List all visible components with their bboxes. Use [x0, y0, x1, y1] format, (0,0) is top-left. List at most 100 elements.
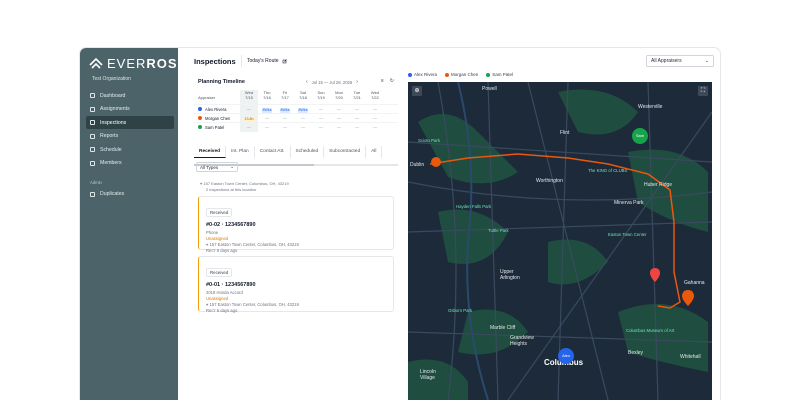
- inspections-icon: [90, 120, 95, 125]
- inspection-card[interactable]: Received #0-01 · 1234567890 2018 Honda A…: [198, 256, 394, 313]
- timeline-cell[interactable]: —: [258, 123, 276, 132]
- sidebar-item-inspections[interactable]: Inspections: [86, 116, 174, 129]
- timeline-cell[interactable]: —: [348, 105, 366, 114]
- tab-int-plan[interactable]: Int. Plan: [226, 146, 255, 158]
- map-label: Gahanna: [684, 280, 705, 286]
- timeline-cell[interactable]: 8Wks: [258, 105, 276, 114]
- timeline-cell[interactable]: —: [294, 123, 312, 132]
- day-header: Thu 7/16: [263, 90, 271, 100]
- timeline-cell[interactable]: —: [366, 123, 384, 132]
- inspection-address: ⌖ 157 Easton Town Center, Columbus, OH, …: [206, 302, 299, 307]
- destination-pin-icon[interactable]: [650, 268, 660, 282]
- map-legend: Alex Rivera Morgan Chen Sam Patel: [408, 72, 513, 77]
- tab-subcontracted[interactable]: Subcontracted: [324, 146, 367, 158]
- page-title: Inspections: [194, 57, 236, 66]
- timeline-tools: ≡ ↻: [381, 78, 394, 84]
- map-label: Powell: [482, 86, 497, 92]
- list-icon[interactable]: ≡: [381, 78, 384, 84]
- sidebar-item-label: Duplicates: [100, 191, 125, 197]
- tab-scheduled[interactable]: Scheduled: [291, 146, 325, 158]
- timeline-cell[interactable]: —: [240, 104, 258, 114]
- tab-received[interactable]: Received: [194, 146, 227, 158]
- day-header: Sat 7/18: [299, 90, 307, 100]
- timeline-cell[interactable]: —: [312, 105, 330, 114]
- timeline-cell[interactable]: —: [276, 114, 294, 123]
- dashboard-icon: [90, 93, 95, 98]
- sidebar-item-label: Schedule: [100, 146, 122, 153]
- timeline-cell[interactable]: 13.6h: [240, 113, 258, 123]
- chevron-down-icon: ⌄: [704, 58, 709, 64]
- members-icon: [90, 160, 95, 166]
- timeline-row[interactable]: Morgan Chen 13.6h — — — — — — —: [194, 113, 398, 123]
- brand-logo[interactable]: EVERROSE: [89, 56, 187, 71]
- appraiser-dot: [198, 107, 202, 111]
- timeline-cell[interactable]: —: [348, 114, 366, 123]
- map-label: The KING of CLUBS: [588, 168, 628, 173]
- appraiser-name: Alex Rivera: [194, 107, 240, 112]
- todays-route-button[interactable]: Today's Route: [241, 55, 292, 67]
- received-time: Rec'r 6 days ago: [206, 248, 238, 253]
- sidebar-item-dashboard[interactable]: Dashboard: [86, 89, 174, 102]
- legend-item: Morgan Chen: [445, 72, 478, 77]
- timeline-cell[interactable]: —: [348, 123, 366, 132]
- timeline-cell[interactable]: —: [330, 114, 348, 123]
- location-pin-icon[interactable]: [682, 290, 694, 306]
- legend-dot: [445, 72, 450, 77]
- location-count: 2 inspections at this location: [206, 187, 257, 192]
- timeline-cell[interactable]: —: [312, 114, 330, 123]
- map-label: Easton Town Center: [608, 232, 647, 237]
- types-select-value: All Types: [200, 164, 219, 170]
- timeline-cell[interactable]: 8Wks: [294, 105, 312, 114]
- appraiser-dot: [198, 125, 202, 129]
- day-header: Sun 7/19: [317, 90, 325, 100]
- layers-icon[interactable]: ⊕: [412, 86, 422, 96]
- types-select[interactable]: All Types ⌄: [196, 162, 238, 172]
- tab-all[interactable]: All: [366, 146, 383, 158]
- alex-marker[interactable]: Alex: [558, 348, 574, 364]
- timeline-cell[interactable]: —: [276, 123, 294, 132]
- header: Inspections Today's Route All Appraisers…: [178, 48, 720, 77]
- morgan-marker[interactable]: [430, 156, 442, 168]
- reports-icon: [90, 133, 95, 139]
- tab-contact-att[interactable]: Contact Att.: [255, 146, 291, 158]
- sidebar-item-reports[interactable]: Reports: [86, 130, 174, 143]
- legend-item: Sam Patel: [486, 72, 513, 77]
- chevron-down-icon: ⌄: [230, 164, 234, 169]
- timeline-row[interactable]: Alex Rivera — 8Wks 8Wks 8Wks — — — —: [194, 104, 398, 114]
- sam-marker[interactable]: Sam: [632, 128, 648, 144]
- logo-icon: [89, 57, 103, 69]
- timeline-row[interactable]: Sam Patel — — — — — — — —: [194, 122, 398, 132]
- timeline-cell[interactable]: —: [366, 105, 384, 114]
- organization-name: Test Organization: [92, 76, 131, 82]
- legend-dot: [486, 72, 491, 77]
- app-window: EVERROSE Test Organization Dashboard Ass…: [80, 48, 720, 400]
- timeline-cell[interactable]: —: [330, 105, 348, 114]
- admin-section-label: Admin: [90, 179, 102, 185]
- timeline-cell[interactable]: —: [240, 122, 258, 132]
- route-map[interactable]: Powell Westerville Dublin Worthington Hu…: [408, 82, 712, 400]
- inspection-card[interactable]: Received #0-02 · 1234567890 Phone Unassi…: [198, 196, 394, 253]
- timeline-cell[interactable]: —: [366, 114, 384, 123]
- fullscreen-icon[interactable]: ⛶: [698, 86, 708, 96]
- map-label: Hayden Falls Park: [456, 204, 492, 209]
- map-label: Huber Ridge: [644, 182, 673, 188]
- sidebar-item-assignments[interactable]: Assignments: [86, 103, 174, 116]
- chevron-right-icon[interactable]: ›: [356, 79, 358, 85]
- timeline-cell[interactable]: —: [294, 114, 312, 123]
- sidebar: EVERROSE Test Organization Dashboard Ass…: [80, 48, 186, 400]
- timeline-grid: Appraiser Wed 7/15 Thu 7/16 Fri 7/17 Sat 7/1…: [194, 90, 398, 132]
- sidebar-item-duplicates[interactable]: Duplicates: [86, 188, 174, 201]
- inspection-id: #0-01 · 1234567890: [206, 282, 256, 288]
- timeline-cell[interactable]: —: [330, 123, 348, 132]
- sidebar-item-schedule[interactable]: Schedule: [86, 143, 174, 156]
- calendar-icon: [90, 147, 95, 152]
- sidebar-item-members[interactable]: Members: [86, 157, 174, 170]
- timeline-cell[interactable]: —: [312, 123, 330, 132]
- assignments-icon: [90, 106, 95, 112]
- timeline-cell[interactable]: 8Wks: [276, 105, 294, 114]
- appraiser-name: Morgan Chen: [194, 116, 240, 121]
- chevron-left-icon[interactable]: ‹: [306, 79, 308, 85]
- timeline-cell[interactable]: —: [258, 114, 276, 123]
- appraisers-select[interactable]: All Appraisers ⌄: [646, 55, 714, 67]
- refresh-icon[interactable]: ↻: [390, 78, 394, 84]
